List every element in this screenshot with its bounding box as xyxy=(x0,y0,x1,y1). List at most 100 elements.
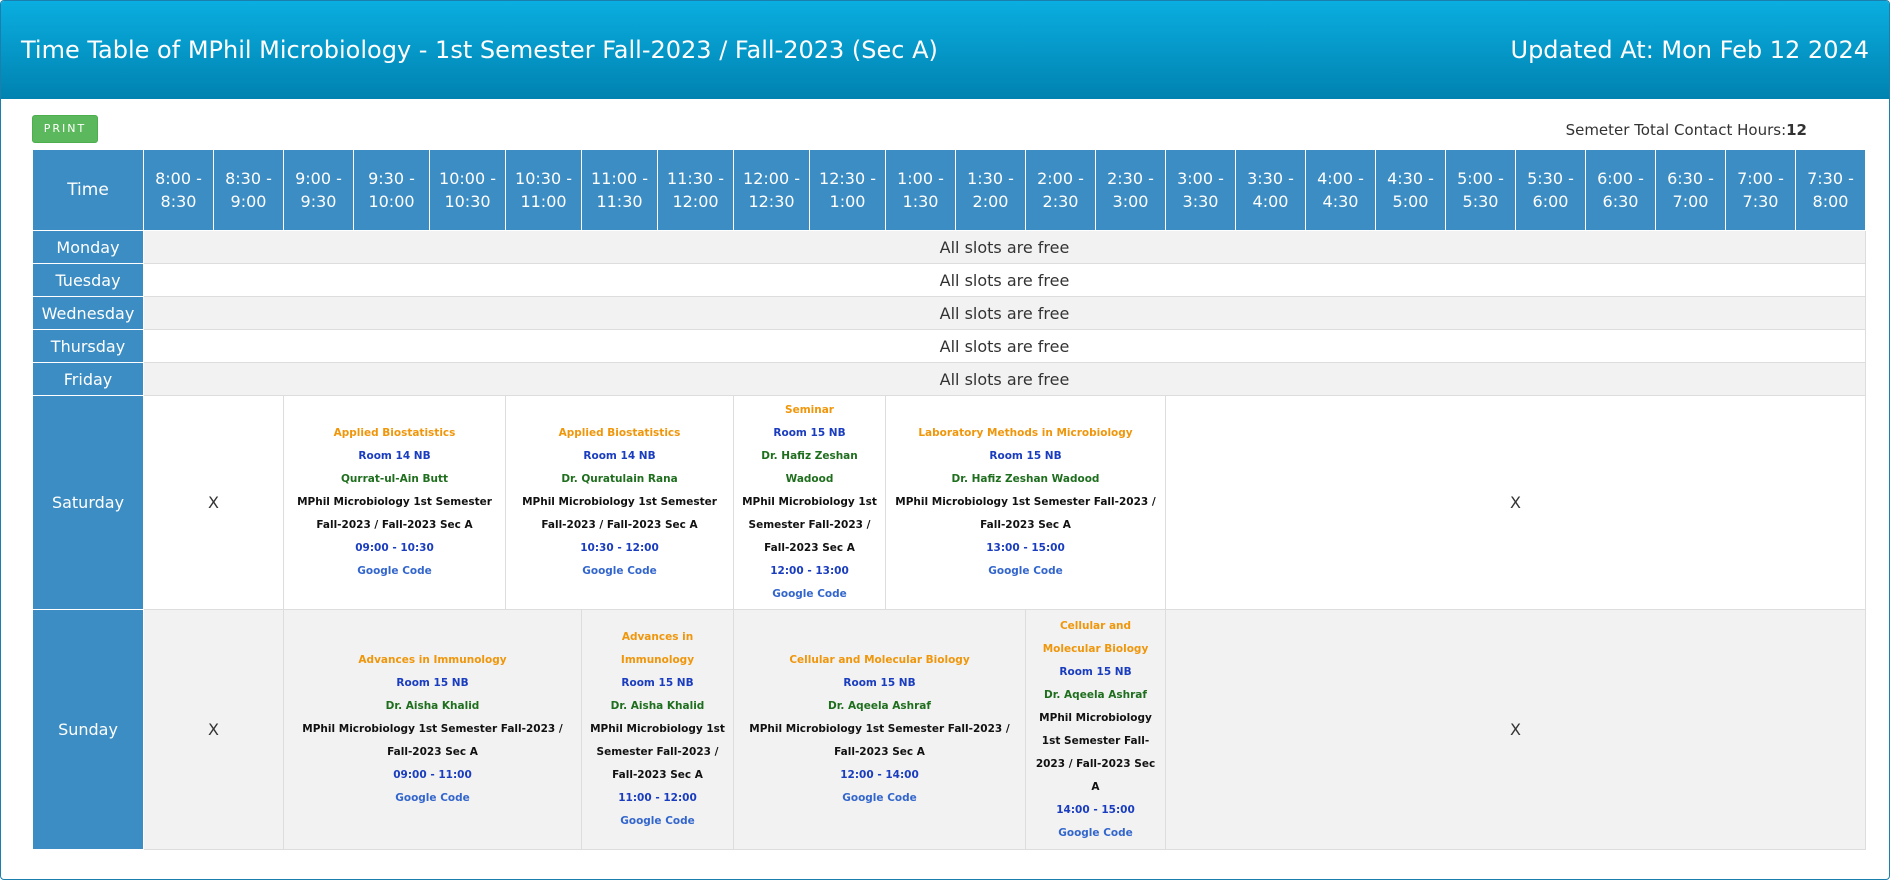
course-name: Advances in Immunology xyxy=(620,631,695,666)
updated-at: Updated At: Mon Feb 12 2024 xyxy=(1510,36,1870,64)
teacher: Dr. Aqeela Ashraf xyxy=(1044,688,1147,701)
day-label: Sunday xyxy=(32,609,144,850)
free-slots-message: All slots are free xyxy=(143,296,1866,330)
slot-header: 11:30 - 12:00 xyxy=(657,149,734,231)
day-row-monday: Monday All slots are free xyxy=(32,230,1866,264)
print-button[interactable]: PRINT xyxy=(32,115,98,143)
slot-header: 9:00 - 9:30 xyxy=(283,149,354,231)
class-time: 09:00 - 11:00 xyxy=(393,769,472,781)
room: Room 15 NB xyxy=(843,677,916,689)
slot-header: 12:30 - 1:00 xyxy=(809,149,886,231)
slot-header: 5:30 - 6:00 xyxy=(1515,149,1586,231)
google-code-link[interactable]: Google Code xyxy=(740,787,1019,810)
page-title: Time Table of MPhil Microbiology - 1st S… xyxy=(21,36,938,64)
teacher: Dr. Aisha Khalid xyxy=(610,700,705,712)
course-name: Advances in Immunology xyxy=(358,654,507,666)
google-code-link[interactable]: Google Code xyxy=(740,583,879,606)
day-row-tuesday: Tuesday All slots are free xyxy=(32,263,1866,297)
course-name: Seminar xyxy=(785,404,834,416)
google-code-link[interactable]: Google Code xyxy=(892,560,1159,583)
class-cell[interactable]: Advances in Immunology Room 15 NB Dr. Ai… xyxy=(283,609,582,850)
slot-header: 2:00 - 2:30 xyxy=(1025,149,1096,231)
class-time: 09:00 - 10:30 xyxy=(355,542,434,554)
group: MPhil Microbiology 1st Semester Fall-202… xyxy=(895,496,1156,531)
toolbar: PRINT Semeter Total Contact Hours:12 xyxy=(1,99,1889,149)
class-cell[interactable]: Applied Biostatistics Room 14 NB Dr. Qur… xyxy=(505,395,734,610)
google-code-link[interactable]: Google Code xyxy=(290,560,499,583)
google-code-link[interactable]: Google Code xyxy=(588,810,727,833)
day-row-thursday: Thursday All slots are free xyxy=(32,329,1866,363)
day-label: Wednesday xyxy=(32,296,144,330)
class-time: 11:00 - 12:00 xyxy=(618,792,697,804)
slot-header: 10:30 - 11:00 xyxy=(505,149,582,231)
course-name: Applied Biostatistics xyxy=(333,427,456,439)
slot-header: 10:00 - 10:30 xyxy=(429,149,506,231)
teacher: Dr. Hafiz Zeshan Wadood xyxy=(951,473,1100,485)
slot-header: 1:30 - 2:00 xyxy=(955,149,1026,231)
contact-hours: Semeter Total Contact Hours:12 xyxy=(1566,121,1807,139)
time-header-row: Time 8:00 - 8:30 8:30 - 9:00 9:00 - 9:30… xyxy=(32,149,1866,231)
room: Room 14 NB xyxy=(583,450,656,462)
google-code-link[interactable]: Google Code xyxy=(1032,822,1159,845)
class-time: 12:00 - 13:00 xyxy=(770,565,849,577)
teacher: Dr. Hafiz Zeshan Wadood xyxy=(761,450,858,485)
slot-header: 4:00 - 4:30 xyxy=(1305,149,1376,231)
room: Room 15 NB xyxy=(396,677,469,689)
class-cell[interactable]: Laboratory Methods in Microbiology Room … xyxy=(885,395,1166,610)
room: Room 14 NB xyxy=(358,450,431,462)
contact-hours-value: 12 xyxy=(1786,121,1807,139)
timetable-window: Time Table of MPhil Microbiology - 1st S… xyxy=(0,0,1890,880)
teacher: Dr. Quratulain Rana xyxy=(561,473,678,485)
class-time: 14:00 - 15:00 xyxy=(1056,803,1135,816)
google-code-link[interactable]: Google Code xyxy=(290,787,575,810)
slot-header: 9:30 - 10:00 xyxy=(353,149,430,231)
room: Room 15 NB xyxy=(989,450,1062,462)
slot-header: 7:00 - 7:30 xyxy=(1725,149,1796,231)
page-header: Time Table of MPhil Microbiology - 1st S… xyxy=(1,1,1889,99)
class-cell[interactable]: Applied Biostatistics Room 14 NB Qurrat-… xyxy=(283,395,506,610)
free-slots-message: All slots are free xyxy=(143,362,1866,396)
slot-header: 6:00 - 6:30 xyxy=(1585,149,1656,231)
slot-header: 1:00 - 1:30 xyxy=(885,149,956,231)
day-row-wednesday: Wednesday All slots are free xyxy=(32,296,1866,330)
group: MPhil Microbiology 1st Semester Fall-202… xyxy=(297,496,492,531)
day-label: Thursday xyxy=(32,329,144,363)
contact-hours-label: Semeter Total Contact Hours: xyxy=(1565,121,1787,139)
course-name: Applied Biostatistics xyxy=(558,427,681,439)
slot-header: 4:30 - 5:00 xyxy=(1375,149,1446,231)
slot-header: 6:30 - 7:00 xyxy=(1655,149,1726,231)
day-row-saturday: Saturday X Applied Biostatistics Room 14… xyxy=(32,395,1866,610)
class-cell[interactable]: Cellular and Molecular Biology Room 15 N… xyxy=(1025,609,1166,850)
class-cell[interactable]: Seminar Room 15 NB Dr. Hafiz Zeshan Wado… xyxy=(733,395,886,610)
empty-slot: X xyxy=(143,609,284,850)
teacher: Qurrat-ul-Ain Butt xyxy=(340,473,449,485)
class-time: 12:00 - 14:00 xyxy=(840,769,919,781)
slot-header: 8:00 - 8:30 xyxy=(143,149,214,231)
google-code-link[interactable]: Google Code xyxy=(512,560,727,583)
course-name: Laboratory Methods in Microbiology xyxy=(918,427,1133,439)
free-slots-message: All slots are free xyxy=(143,230,1866,264)
group: MPhil Microbiology 1st Semester Fall-202… xyxy=(1035,711,1156,793)
slot-header: 3:00 - 3:30 xyxy=(1165,149,1236,231)
day-label: Friday xyxy=(32,362,144,396)
free-slots-message: All slots are free xyxy=(143,329,1866,363)
room: Room 15 NB xyxy=(773,427,846,439)
day-row-sunday: Sunday X Advances in Immunology Room 15 … xyxy=(32,609,1866,850)
course-name: Cellular and Molecular Biology xyxy=(1042,619,1149,655)
class-time: 13:00 - 15:00 xyxy=(986,542,1065,554)
empty-slot: X xyxy=(143,395,284,610)
free-slots-message: All slots are free xyxy=(143,263,1866,297)
group: MPhil Microbiology 1st Semester Fall-202… xyxy=(590,723,725,781)
group: MPhil Microbiology 1st Semester Fall-202… xyxy=(522,496,717,531)
slot-header: 7:30 - 8:00 xyxy=(1795,149,1866,231)
day-label: Saturday xyxy=(32,395,144,610)
slot-header: 5:00 - 5:30 xyxy=(1445,149,1516,231)
time-header: Time xyxy=(32,149,144,231)
timetable: Time 8:00 - 8:30 8:30 - 9:00 9:00 - 9:30… xyxy=(32,149,1866,850)
class-cell[interactable]: Advances in Immunology Room 15 NB Dr. Ai… xyxy=(581,609,734,850)
course-name: Cellular and Molecular Biology xyxy=(789,654,970,666)
class-cell[interactable]: Cellular and Molecular Biology Room 15 N… xyxy=(733,609,1026,850)
slot-header: 8:30 - 9:00 xyxy=(213,149,284,231)
day-label: Tuesday xyxy=(32,263,144,297)
day-row-friday: Friday All slots are free xyxy=(32,362,1866,396)
